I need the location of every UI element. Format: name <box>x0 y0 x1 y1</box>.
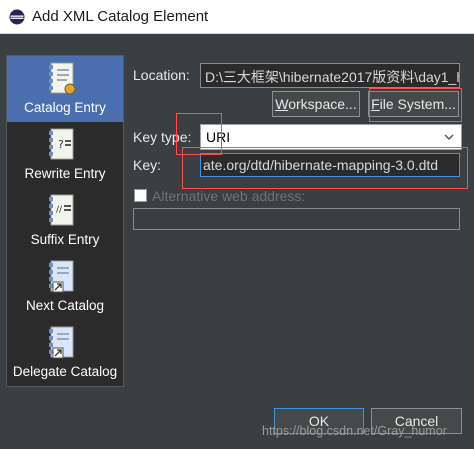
key-value: ate.org/dtd/hibernate-mapping-3.0.dtd <box>203 157 439 173</box>
key-label: Key: <box>133 157 162 173</box>
sidebar-item-delegate-catalog[interactable]: Delegate Catalog <box>7 320 123 386</box>
key-field[interactable]: ate.org/dtd/hibernate-mapping-3.0.dtd <box>200 153 460 177</box>
file-system-button[interactable]: File System... <box>368 91 459 117</box>
alt-web-address-label: Alternative web address: <box>152 188 306 204</box>
title-bar: Add XML Catalog Element <box>0 0 474 34</box>
sidebar-item-label: Rewrite Entry <box>24 166 106 181</box>
sidebar-item-label: Catalog Entry <box>24 100 106 115</box>
alt-web-address-checkbox[interactable] <box>134 189 147 202</box>
eclipse-icon <box>9 9 25 25</box>
workspace-button-label: orkspace... <box>288 96 357 112</box>
sidebar-item-label: Suffix Entry <box>30 232 100 247</box>
svg-text://: // <box>56 205 63 215</box>
svg-text:?: ? <box>58 138 64 151</box>
key-type-label: Key type: <box>133 129 192 145</box>
workspace-mnemonic: W <box>275 96 289 112</box>
sidebar-item-label: Delegate Catalog <box>12 364 118 379</box>
delegate-catalog-icon <box>49 326 74 359</box>
sidebar-item-catalog-entry[interactable]: Catalog Entry <box>7 56 123 122</box>
location-field[interactable]: D:\三大框架\hibernate2017版资料\day1_h <box>200 63 460 88</box>
key-type-value: URI <box>206 129 231 145</box>
workspace-button[interactable]: Workspace... <box>272 91 360 117</box>
sidebar-item-rewrite-entry[interactable]: ? Rewrite Entry <box>7 122 123 188</box>
sidebar-item-suffix-entry[interactable]: // Suffix Entry <box>7 188 123 254</box>
location-value: D:\三大框架\hibernate2017版资料\day1_h <box>205 69 460 85</box>
suffix-entry-icon: // <box>49 194 74 226</box>
catalog-entry-icon <box>49 62 76 95</box>
next-catalog-icon <box>49 260 74 293</box>
catalog-element-list: Catalog Entry ? Rewrite Entry // Suffix … <box>6 55 124 387</box>
alt-web-address-field[interactable] <box>133 208 460 230</box>
location-label: Location: <box>133 67 190 83</box>
file-system-button-label: ile System... <box>379 96 456 112</box>
sidebar-item-next-catalog[interactable]: Next Catalog <box>7 254 123 320</box>
watermark: https://blog.csdn.net/Gray_humor <box>262 424 447 438</box>
rewrite-entry-icon: ? <box>49 128 74 160</box>
window-title: Add XML Catalog Element <box>32 8 209 25</box>
key-type-select[interactable]: URI <box>200 124 462 150</box>
chevron-down-icon <box>444 134 454 140</box>
sidebar-item-label: Next Catalog <box>25 298 105 313</box>
filesystem-mnemonic: F <box>371 96 380 112</box>
